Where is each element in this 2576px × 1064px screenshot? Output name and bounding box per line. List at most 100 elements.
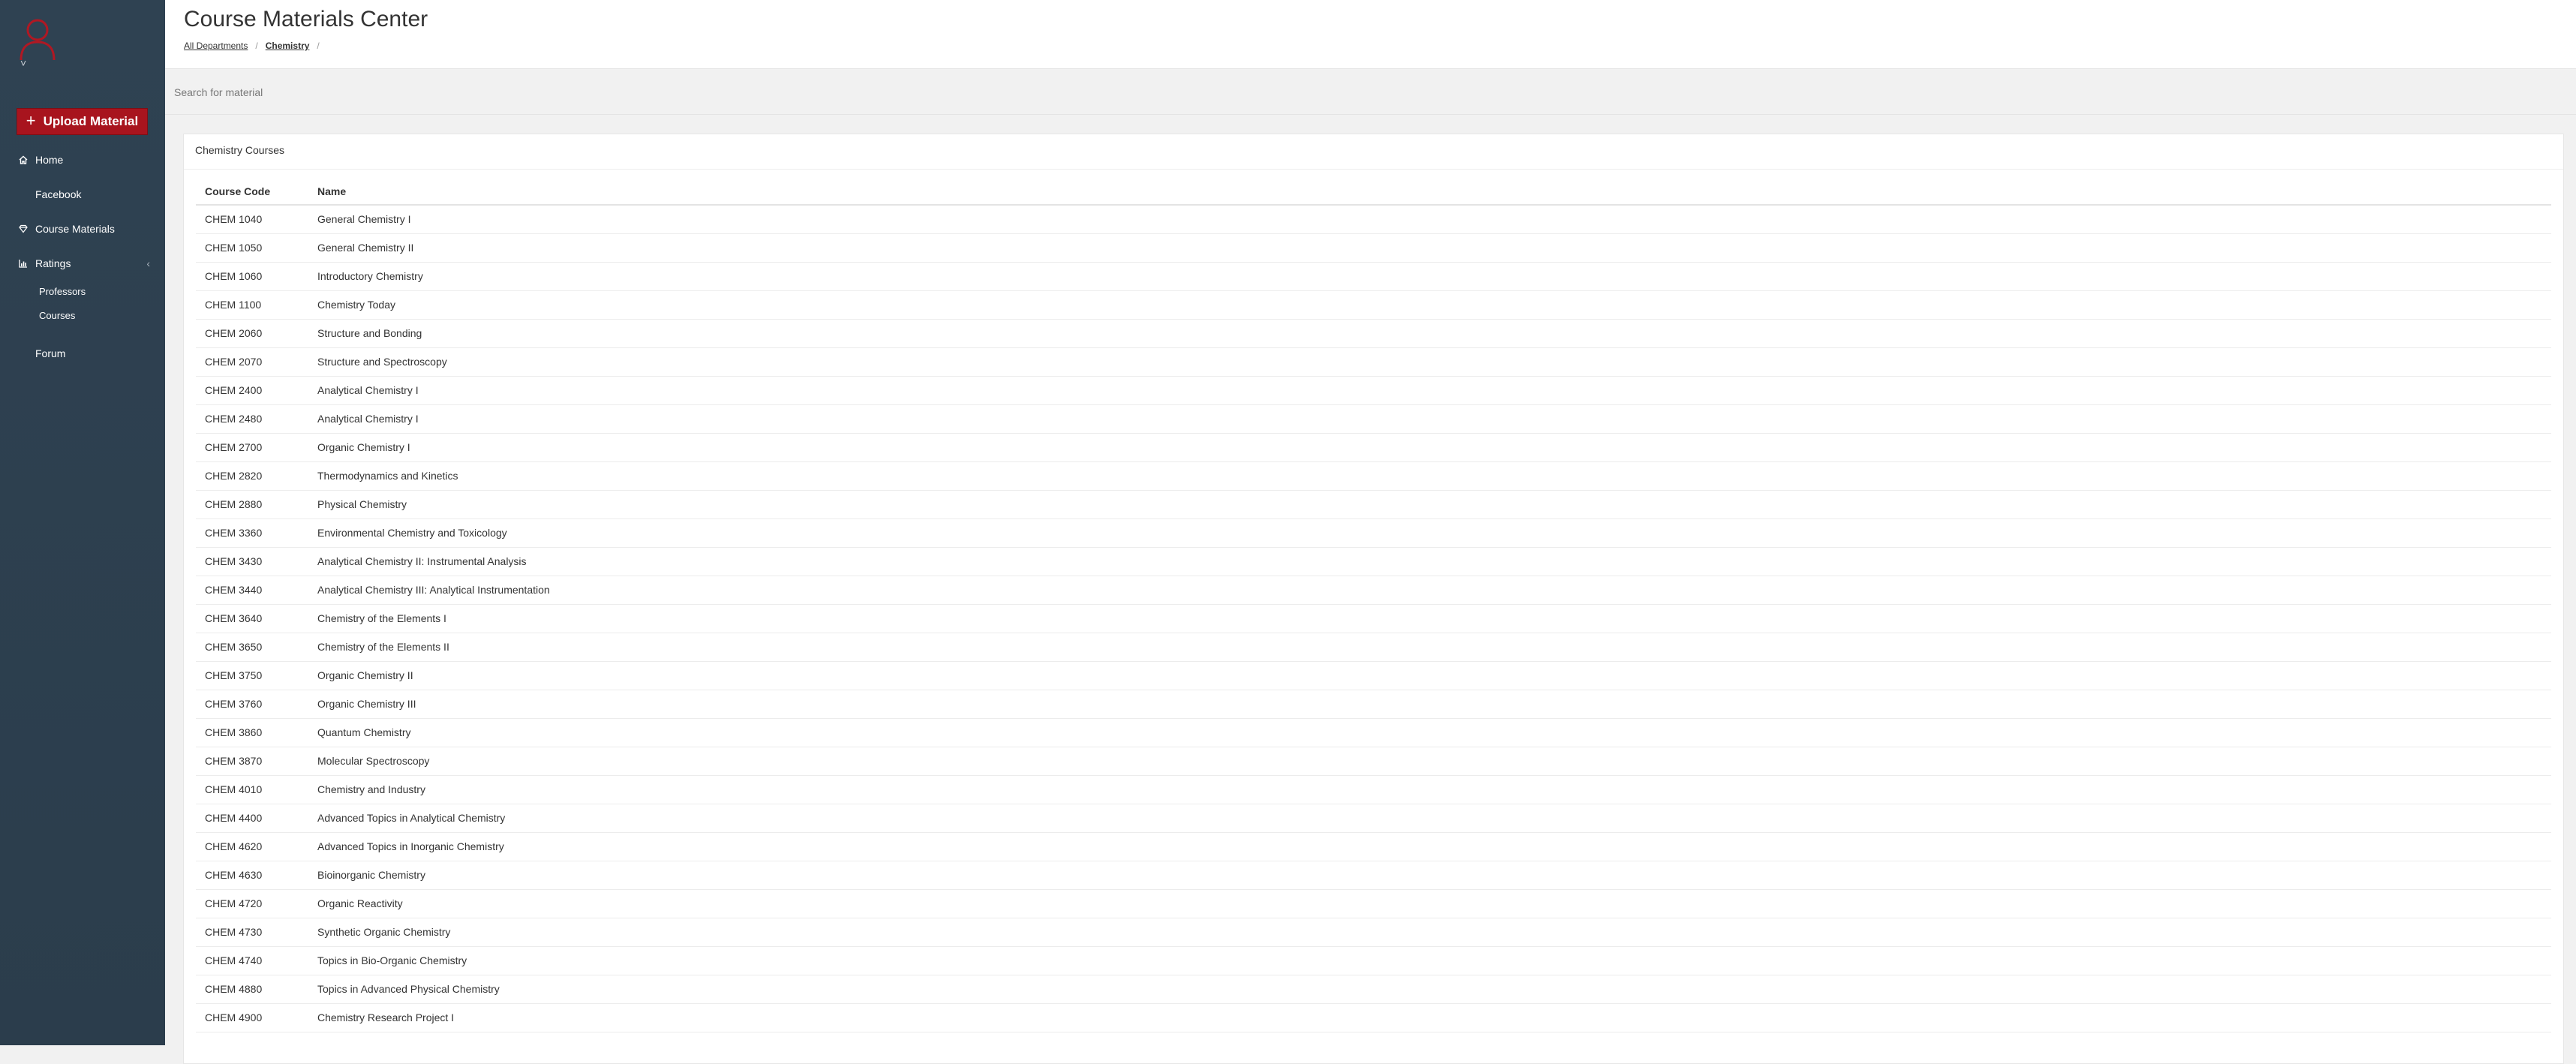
courses-panel: Chemistry Courses Course Code Name CHEM …: [183, 134, 2564, 1064]
table-row[interactable]: CHEM 4630 Bioinorganic Chemistry: [196, 861, 2551, 890]
sidebar-subitem-professors[interactable]: Professors: [39, 286, 86, 297]
sidebar-item-facebook[interactable]: Facebook: [0, 183, 165, 206]
course-code-cell: CHEM 4720: [196, 889, 308, 918]
search-bar: [165, 70, 2576, 115]
course-code-cell: CHEM 4620: [196, 832, 308, 861]
sidebar-subitem-courses[interactable]: Courses: [39, 310, 75, 321]
table-row[interactable]: CHEM 3430 Analytical Chemistry II: Instru…: [196, 547, 2551, 576]
table-row[interactable]: CHEM 3650 Chemistry of the Elements II: [196, 633, 2551, 662]
table-row[interactable]: CHEM 1050 General Chemistry II: [196, 233, 2551, 263]
sidebar-item-label: Facebook: [35, 188, 82, 200]
course-code-cell: CHEM 3870: [196, 747, 308, 776]
sidebar-item-course-materials[interactable]: Course Materials: [0, 218, 165, 240]
course-name-cell: Analytical Chemistry I: [308, 404, 2551, 434]
table-row[interactable]: CHEM 2820 Thermodynamics and Kinetics: [196, 461, 2551, 491]
sidebar-item-forum[interactable]: Forum: [0, 342, 165, 365]
page-title: Course Materials Center: [184, 7, 428, 32]
course-code-cell: CHEM 3650: [196, 633, 308, 662]
table-row[interactable]: CHEM 4900 Chemistry Research Project I: [196, 1003, 2551, 1032]
table-row[interactable]: CHEM 2070 Structure and Spectroscopy: [196, 347, 2551, 377]
user-avatar-icon[interactable]: [17, 15, 59, 63]
table-row[interactable]: CHEM 3860 Quantum Chemistry: [196, 718, 2551, 747]
course-name-cell: Organic Chemistry I: [308, 433, 2551, 462]
course-name-cell: Structure and Spectroscopy: [308, 347, 2551, 377]
course-name-cell: Chemistry of the Elements I: [308, 604, 2551, 633]
table-row[interactable]: CHEM 3360 Environmental Chemistry and Tox…: [196, 518, 2551, 548]
table-row[interactable]: CHEM 4400 Advanced Topics in Analytical C…: [196, 804, 2551, 833]
courses-table: Course Code Name CHEM 1040 General Chemis…: [196, 178, 2551, 1032]
table-row[interactable]: CHEM 4730 Synthetic Organic Chemistry: [196, 918, 2551, 947]
course-name-cell: Chemistry of the Elements II: [308, 633, 2551, 662]
table-row[interactable]: CHEM 1040 General Chemistry I: [196, 205, 2551, 234]
course-name-cell: Introductory Chemistry: [308, 262, 2551, 291]
search-input[interactable]: [174, 82, 849, 103]
course-code-cell: CHEM 3360: [196, 518, 308, 548]
course-code-cell: CHEM 1040: [196, 205, 308, 234]
course-name-cell: General Chemistry I: [308, 205, 2551, 234]
course-name-cell: Bioinorganic Chemistry: [308, 861, 2551, 890]
course-name-cell: Synthetic Organic Chemistry: [308, 918, 2551, 947]
table-row[interactable]: CHEM 1060 Introductory Chemistry: [196, 262, 2551, 291]
course-name-cell: Advanced Topics in Analytical Chemistry: [308, 804, 2551, 833]
breadcrumb-separator: /: [317, 41, 320, 51]
course-code-cell: CHEM 3440: [196, 576, 308, 605]
table-row[interactable]: CHEM 3760 Organic Chemistry III: [196, 690, 2551, 719]
breadcrumb-chemistry[interactable]: Chemistry: [266, 41, 310, 51]
course-name-cell: Environmental Chemistry and Toxicology: [308, 518, 2551, 548]
breadcrumb-all-departments[interactable]: All Departments: [184, 41, 248, 51]
avatar-caret[interactable]: ˅: [20, 57, 26, 69]
breadcrumb: All Departments / Chemistry /: [184, 41, 327, 51]
course-name-cell: Organic Chemistry II: [308, 661, 2551, 690]
table-row[interactable]: CHEM 3640 Chemistry of the Elements I: [196, 604, 2551, 633]
table-row[interactable]: CHEM 2700 Organic Chemistry I: [196, 433, 2551, 462]
course-name-cell: Thermodynamics and Kinetics: [308, 461, 2551, 491]
facebook-icon: [18, 189, 29, 200]
course-name-cell: Analytical Chemistry I: [308, 376, 2551, 405]
course-name-cell: Chemistry Research Project I: [308, 1003, 2551, 1032]
table-row[interactable]: CHEM 2480 Analytical Chemistry I: [196, 404, 2551, 434]
page-header: Course Materials Center All Departments …: [165, 0, 2576, 69]
table-row[interactable]: CHEM 4010 Chemistry and Industry: [196, 775, 2551, 804]
course-name-cell: Chemistry and Industry: [308, 775, 2551, 804]
chevron-left-icon: ‹: [146, 257, 150, 269]
main-content: Course Materials Center All Departments …: [165, 0, 2576, 1064]
table-row[interactable]: CHEM 2060 Structure and Bonding: [196, 319, 2551, 348]
table-row[interactable]: CHEM 2400 Analytical Chemistry I: [196, 376, 2551, 405]
table-row[interactable]: CHEM 4720 Organic Reactivity: [196, 889, 2551, 918]
panel-divider: [184, 169, 2563, 170]
breadcrumb-separator: /: [255, 41, 258, 51]
table-row[interactable]: CHEM 3870 Molecular Spectroscopy: [196, 747, 2551, 776]
column-header-course-code: Course Code: [196, 178, 308, 206]
table-row[interactable]: CHEM 3440 Analytical Chemistry III: Analy…: [196, 576, 2551, 605]
upload-material-button[interactable]: + Upload Material: [17, 108, 148, 135]
sidebar-item-label: Ratings: [35, 257, 71, 269]
course-code-cell: CHEM 3760: [196, 690, 308, 719]
sidebar-item-ratings[interactable]: Ratings ‹: [0, 252, 165, 275]
table-row[interactable]: CHEM 4620 Advanced Topics in Inorganic Ch…: [196, 832, 2551, 861]
sidebar-item-label: Course Materials: [35, 223, 115, 235]
table-row[interactable]: CHEM 4740 Topics in Bio-Organic Chemistry: [196, 946, 2551, 975]
table-row[interactable]: CHEM 4880 Topics in Advanced Physical Che…: [196, 975, 2551, 1004]
table-row[interactable]: CHEM 3750 Organic Chemistry II: [196, 661, 2551, 690]
table-row[interactable]: CHEM 2880 Physical Chemistry: [196, 490, 2551, 519]
course-code-cell: CHEM 3750: [196, 661, 308, 690]
table-row[interactable]: CHEM 1100 Chemistry Today: [196, 290, 2551, 320]
course-name-cell: Chemistry Today: [308, 290, 2551, 320]
course-code-cell: CHEM 4730: [196, 918, 308, 947]
course-code-cell: CHEM 4900: [196, 1003, 308, 1032]
course-code-cell: CHEM 4010: [196, 775, 308, 804]
column-header-name: Name: [308, 178, 2551, 206]
course-name-cell: Organic Chemistry III: [308, 690, 2551, 719]
course-name-cell: Organic Reactivity: [308, 889, 2551, 918]
course-name-cell: Analytical Chemistry III: Analytical Ins…: [308, 576, 2551, 605]
course-code-cell: CHEM 3640: [196, 604, 308, 633]
course-code-cell: CHEM 2400: [196, 376, 308, 405]
bar-chart-icon: [18, 258, 29, 269]
course-code-cell: CHEM 4880: [196, 975, 308, 1004]
diamond-icon: [18, 224, 29, 234]
course-code-cell: CHEM 2700: [196, 433, 308, 462]
course-code-cell: CHEM 3860: [196, 718, 308, 747]
sidebar-item-home[interactable]: Home: [0, 149, 165, 171]
course-code-cell: CHEM 4400: [196, 804, 308, 833]
sidebar-item-label: Forum: [35, 347, 66, 359]
